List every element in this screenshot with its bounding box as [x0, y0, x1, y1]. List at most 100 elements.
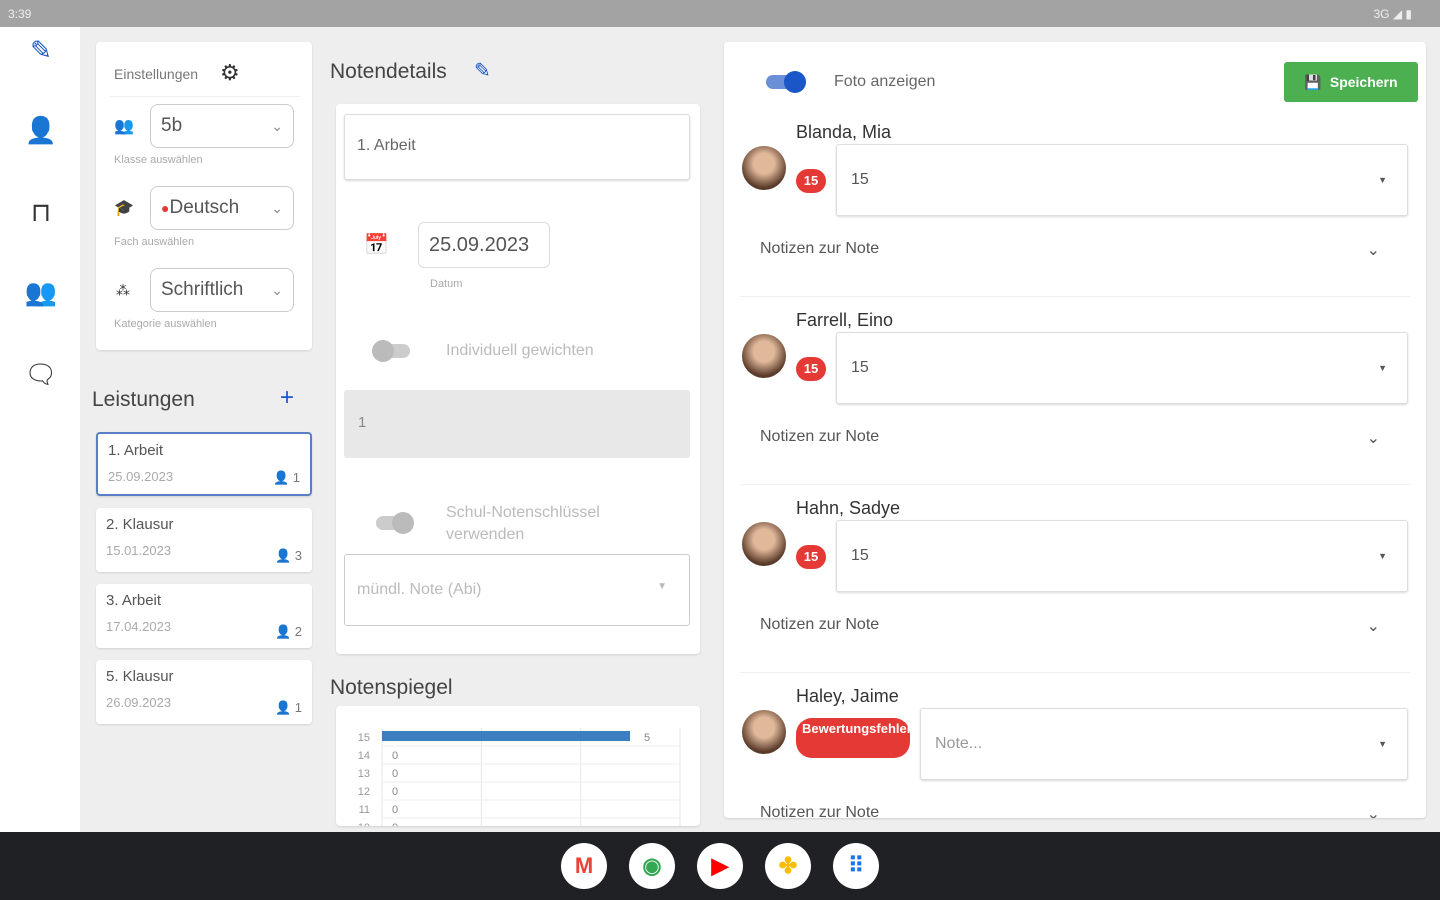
subject-select[interactable]: ●Deutsch ⌄ [150, 186, 294, 230]
dropdown-arrow-icon: ▼ [657, 581, 667, 592]
settings-card: Einstellungen ⚙ 👥 5b ⌄ Klasse auswählen 🎓… [96, 42, 312, 350]
signal-icons: 3G ◢ ▮ [1373, 7, 1412, 21]
leistung-item[interactable]: 5. Klausur 26.09.2023 👤 1 [96, 660, 312, 724]
notes-label: Notizen zur Note [760, 240, 880, 257]
subject-value: Deutsch [169, 197, 240, 218]
grade-badge: 15 [796, 169, 826, 193]
student-avatar [742, 146, 786, 190]
subject-help: Fach auswählen [114, 236, 195, 248]
key-toggle[interactable] [376, 512, 414, 534]
student-avatar [742, 334, 786, 378]
show-photo-label: Foto anzeigen [834, 73, 936, 90]
key-select-value: mündl. Note (Abi) [357, 581, 482, 598]
leistung-item[interactable]: 2. Klausur 15.01.2023 👤 3 [96, 508, 312, 572]
pencil-icon[interactable]: ✎ [22, 31, 60, 69]
tick-label: 13 [358, 768, 370, 780]
chevron-down-icon: ⌄ [1366, 618, 1380, 635]
key-select[interactable]: mündl. Note (Abi) ▼ [344, 554, 690, 626]
dropdown-arrow-icon: ▼ [1378, 175, 1387, 185]
data-label: 0 [392, 786, 398, 798]
class-select[interactable]: 5b ⌄ [150, 104, 294, 148]
notes-expander[interactable]: Notizen zur Note ⌄ [760, 428, 1380, 448]
key-label: Schul-Notenschlüssel verwenden [446, 504, 600, 543]
chart-title: Notenspiegel [330, 676, 453, 699]
details-title: Notendetails [330, 60, 447, 83]
leistung-date: 26.09.2023 [106, 695, 172, 710]
student-name: Haley, Jaime [796, 686, 899, 706]
name-input[interactable]: 1. Arbeit [344, 114, 690, 180]
details-card: 1. Arbeit 📅 25.09.2023 Datum Individuell… [336, 104, 700, 654]
edit-pencil-icon[interactable]: ✎ [474, 58, 491, 83]
leistung-count: 1 [292, 470, 300, 485]
dropdown-arrow-icon: ▼ [1378, 363, 1387, 373]
apps-icon[interactable]: ⠿ [833, 843, 879, 889]
notes-label: Notizen zur Note [760, 428, 880, 445]
leistungen-title: Leistungen [92, 388, 195, 411]
person-icon: 👤 [272, 470, 290, 485]
student-avatar [742, 710, 786, 754]
grade-select[interactable]: Note... ▼ [920, 708, 1408, 780]
tick-label: 14 [358, 750, 370, 762]
student-avatar [742, 522, 786, 566]
chevron-down-icon: ⌄ [1366, 806, 1380, 818]
grade-select[interactable]: 15 ▼ [836, 520, 1408, 592]
leistung-name: 5. Klausur [106, 668, 174, 685]
person-icon[interactable]: 👤 [22, 111, 60, 149]
date-input[interactable]: 25.09.2023 [418, 222, 550, 268]
grade-select[interactable]: 15 ▼ [836, 144, 1408, 216]
notes-expander[interactable]: Notizen zur Note ⌄ [760, 616, 1380, 636]
category-help: Kategorie auswählen [114, 318, 217, 330]
leistung-date: 15.01.2023 [106, 543, 172, 558]
student-name: Farrell, Eino [796, 310, 894, 330]
group-icon[interactable]: 👥 [22, 273, 60, 311]
settings-title: Einstellungen [114, 66, 199, 82]
notes-label: Notizen zur Note [760, 804, 880, 818]
youtube-icon[interactable]: ▶ [697, 843, 743, 889]
grade-value: 15 [851, 547, 869, 564]
data-label: 0 [392, 750, 398, 762]
chevron-down-icon: ⌄ [1366, 242, 1380, 259]
chevron-down-icon: ⌄ [271, 281, 283, 298]
calendar-icon[interactable]: 📅 [364, 232, 389, 257]
desk-icon[interactable]: ⊓ [22, 193, 60, 231]
data-label: 5 [644, 732, 650, 744]
class-icon: 👥 [114, 118, 134, 135]
grade-select[interactable]: 15 ▼ [836, 332, 1408, 404]
weight-input[interactable]: 1 [344, 390, 690, 458]
person-icon: 👤 [274, 700, 292, 715]
photos-icon[interactable]: ✤ [765, 843, 811, 889]
leistung-item[interactable]: 3. Arbeit 17.04.2023 👤 2 [96, 584, 312, 648]
class-help: Klasse auswählen [114, 154, 203, 166]
dropdown-arrow-icon: ▼ [1378, 551, 1387, 561]
person-icon: 👤 [274, 548, 292, 563]
category-value: Schriftlich [161, 279, 244, 300]
student-name: Hahn, Sadye [796, 498, 901, 518]
date-label: Datum [430, 278, 463, 290]
student-name: Blanda, Mia [796, 122, 892, 142]
chrome-icon[interactable]: ◉ [629, 843, 675, 889]
grade-value: 15 [851, 171, 869, 188]
notes-expander[interactable]: Notizen zur Note ⌄ [760, 240, 1380, 260]
save-label: Speichern [1329, 74, 1398, 90]
save-button[interactable]: 💾 Speichern [1284, 62, 1418, 102]
gmail-icon[interactable]: M [561, 843, 607, 889]
data-label: 0 [392, 804, 398, 816]
notes-label: Notizen zur Note [760, 616, 880, 633]
show-photo-toggle[interactable] [766, 71, 806, 93]
leistung-count: 3 [294, 548, 302, 563]
dropdown-arrow-icon: ▼ [1378, 739, 1387, 749]
category-select[interactable]: Schriftlich ⌄ [150, 268, 294, 312]
weight-toggle[interactable] [372, 340, 410, 362]
leistung-count: 2 [294, 624, 302, 639]
add-leistung-button[interactable]: + [280, 384, 294, 412]
leistung-name: 3. Arbeit [106, 592, 162, 609]
data-label: 0 [392, 768, 398, 780]
gear-icon[interactable]: ⚙ [220, 60, 240, 86]
leistung-count: 1 [294, 700, 302, 715]
leistung-date: 17.04.2023 [106, 619, 172, 634]
notes-expander[interactable]: Notizen zur Note ⌄ [760, 804, 1380, 818]
class-value: 5b [161, 115, 183, 136]
chat-icon[interactable]: 🗨 [22, 355, 60, 393]
leistung-item[interactable]: 1. Arbeit 25.09.2023 👤 1 [96, 432, 312, 496]
leistung-date: 25.09.2023 [108, 469, 174, 484]
